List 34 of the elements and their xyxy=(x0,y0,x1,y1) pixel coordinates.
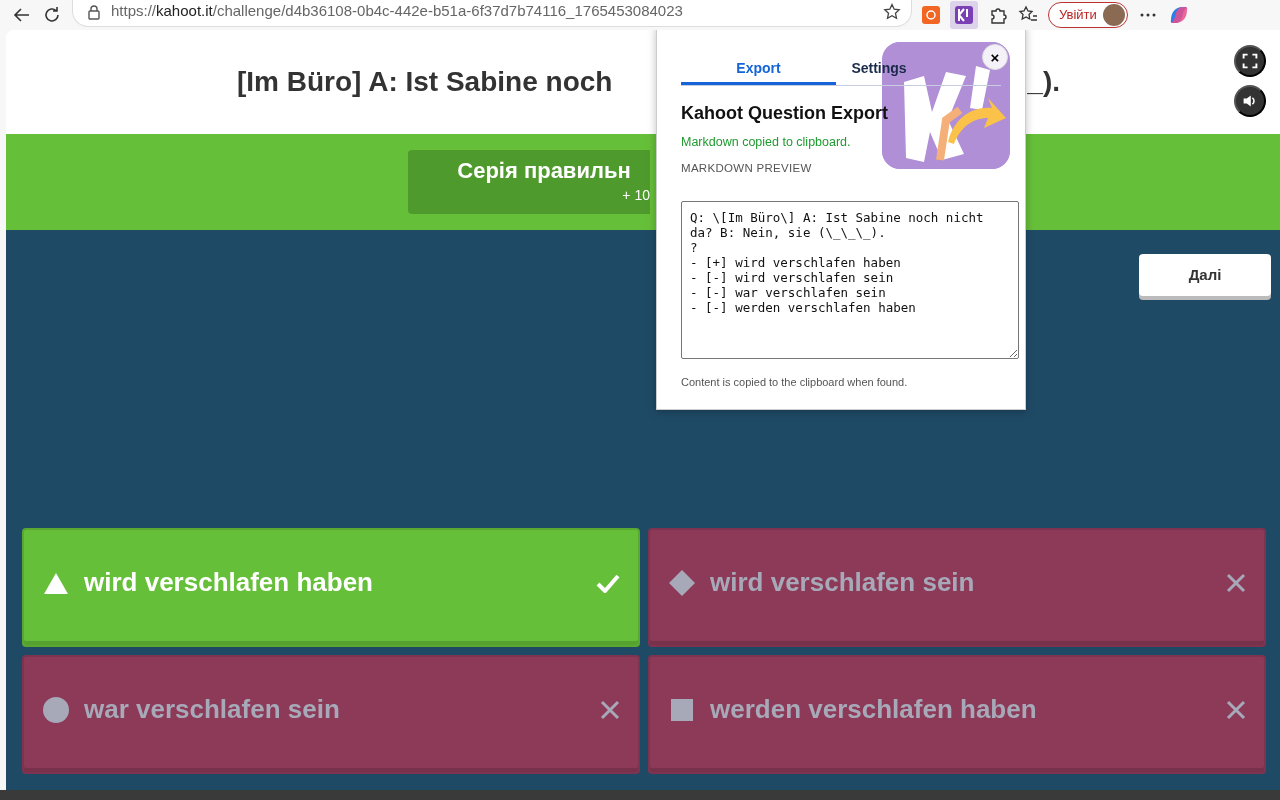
puzzle-icon[interactable] xyxy=(988,5,1008,25)
diamond-icon xyxy=(668,568,696,597)
fullscreen-button[interactable] xyxy=(1234,45,1266,77)
tab[interactable]: Export xyxy=(681,55,836,85)
streak-title: Серія правильн xyxy=(457,158,631,185)
popup-title: Kahoot Question Export xyxy=(681,102,888,125)
answer-text: werden verschlafen haben xyxy=(710,693,1038,726)
answer-text: war verschlafen sein xyxy=(84,693,341,726)
reload-icon[interactable] xyxy=(42,5,62,25)
address-bar[interactable]: https://kahoot.it/challenge/d4b36108-0b4c-442e-b51a-6f37d7b74116_1765453084023 xyxy=(72,0,912,27)
check-icon xyxy=(596,572,620,593)
question-text: [Im Büro] A: Ist Sabine noch xyxy=(237,65,613,99)
cross-icon xyxy=(1226,572,1246,593)
answer-text: wird verschlafen sein xyxy=(710,566,976,599)
answer-text: wird verschlafen haben xyxy=(84,566,374,599)
cross-icon xyxy=(600,699,620,720)
question-text: _). xyxy=(1027,65,1060,99)
lock-icon xyxy=(87,3,101,20)
status-message: Markdown copied to clipboard. xyxy=(681,134,852,151)
fullscreen-icon xyxy=(1242,51,1258,71)
sign-in-button[interactable]: Увійти xyxy=(1048,2,1128,28)
avatar xyxy=(1102,4,1125,26)
extension-logo-icon[interactable] xyxy=(950,1,978,29)
cross-icon xyxy=(1226,699,1246,720)
circle-icon xyxy=(42,695,70,724)
sound-button[interactable] xyxy=(1234,85,1266,117)
preview-label: MARKDOWN PREVIEW xyxy=(681,160,813,176)
sun-extension-icon[interactable] xyxy=(922,6,940,24)
tab[interactable]: Settings xyxy=(844,55,914,85)
footnote-text: Content is copied to the clipboard when found. xyxy=(681,375,909,390)
streak-points: + 10 xyxy=(622,185,650,205)
url-text: https://kahoot.it/challenge/d4b36108-0b4c-442e-b51a-6f37d7b74116_1765453084023 xyxy=(111,1,684,22)
markdown-preview-field[interactable]: Q: \[Im Büro\] A: Ist Sabine noch nicht da? B: Nein, sie (\_\_\_). ? - [+] wird verschlafen haben - [-] wird verschlafen sein - [-] war verschlafen sein - [-] werden verschlafen haben xyxy=(681,201,1019,359)
star-icon[interactable] xyxy=(883,2,901,21)
